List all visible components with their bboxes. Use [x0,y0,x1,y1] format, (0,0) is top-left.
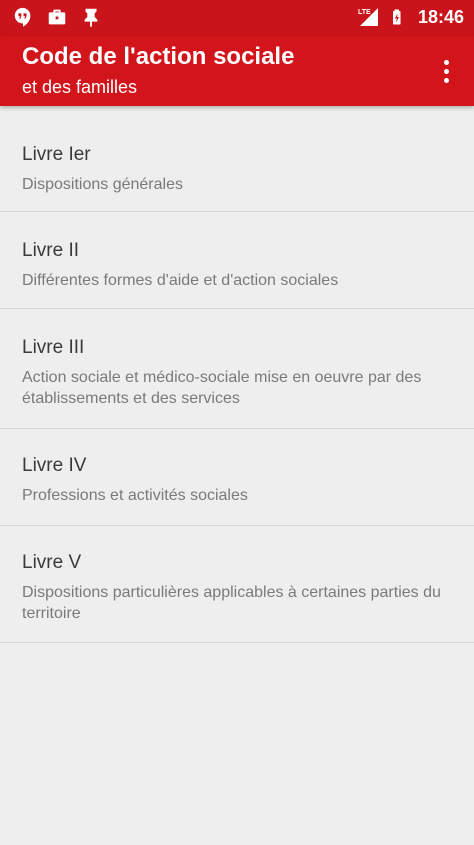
list-item-livre-5[interactable]: Livre V Dispositions particulières appli… [0,526,474,643]
more-vert-icon-dot [443,77,449,83]
overflow-menu-button[interactable] [432,54,460,88]
list-item-title: Livre III [22,337,85,358]
list-item-title: Livre IV [22,455,87,476]
list-item-title: Livre II [22,240,80,261]
battery-icon [392,9,401,25]
list-item-description: Différentes formes d'aide et d'action so… [22,272,339,289]
app-subtitle: et des familles [22,77,138,97]
more-vert-icon [443,59,449,65]
list-item-livre-1[interactable]: Livre Ier Dispositions générales [0,106,474,212]
list-item-title: Livre Ier [22,144,91,165]
status-bar: LTE 18:46 [0,0,474,36]
clock: 18:46 [417,6,464,27]
more-vert-icon-dot [443,68,449,74]
notification-icons [12,6,102,28]
app-screen: LTE 18:46 Code de l'action sociale et de… [0,0,474,845]
app-title: Code de l'action sociale [22,43,295,70]
app-bar: Code de l'action sociale et des familles [0,36,474,106]
list-item-livre-3[interactable]: Livre III Action sociale et médico-socia… [0,309,474,429]
list-item-description: Professions et activités sociales [22,487,248,504]
list-item-title: Livre V [22,552,82,573]
network-type-label: LTE [358,9,371,16]
cell-signal-icon: LTE [358,8,378,26]
list-item-livre-4[interactable]: Livre IV Professions et activités social… [0,429,474,526]
hangouts-icon [14,7,31,27]
list-item-description: Dispositions générales [22,176,183,193]
system-indicators: LTE 18:46 [356,5,464,29]
pin-icon [84,8,98,28]
list-item-description: Dispositions particulières applicables à… [22,584,441,622]
list-item-description: Action sociale et médico-sociale mise en… [22,369,422,407]
book-list: Livre Ier Dispositions générales Livre I… [0,106,474,643]
briefcase-icon [48,9,66,25]
list-item-livre-2[interactable]: Livre II Différentes formes d'aide et d'… [0,212,474,309]
